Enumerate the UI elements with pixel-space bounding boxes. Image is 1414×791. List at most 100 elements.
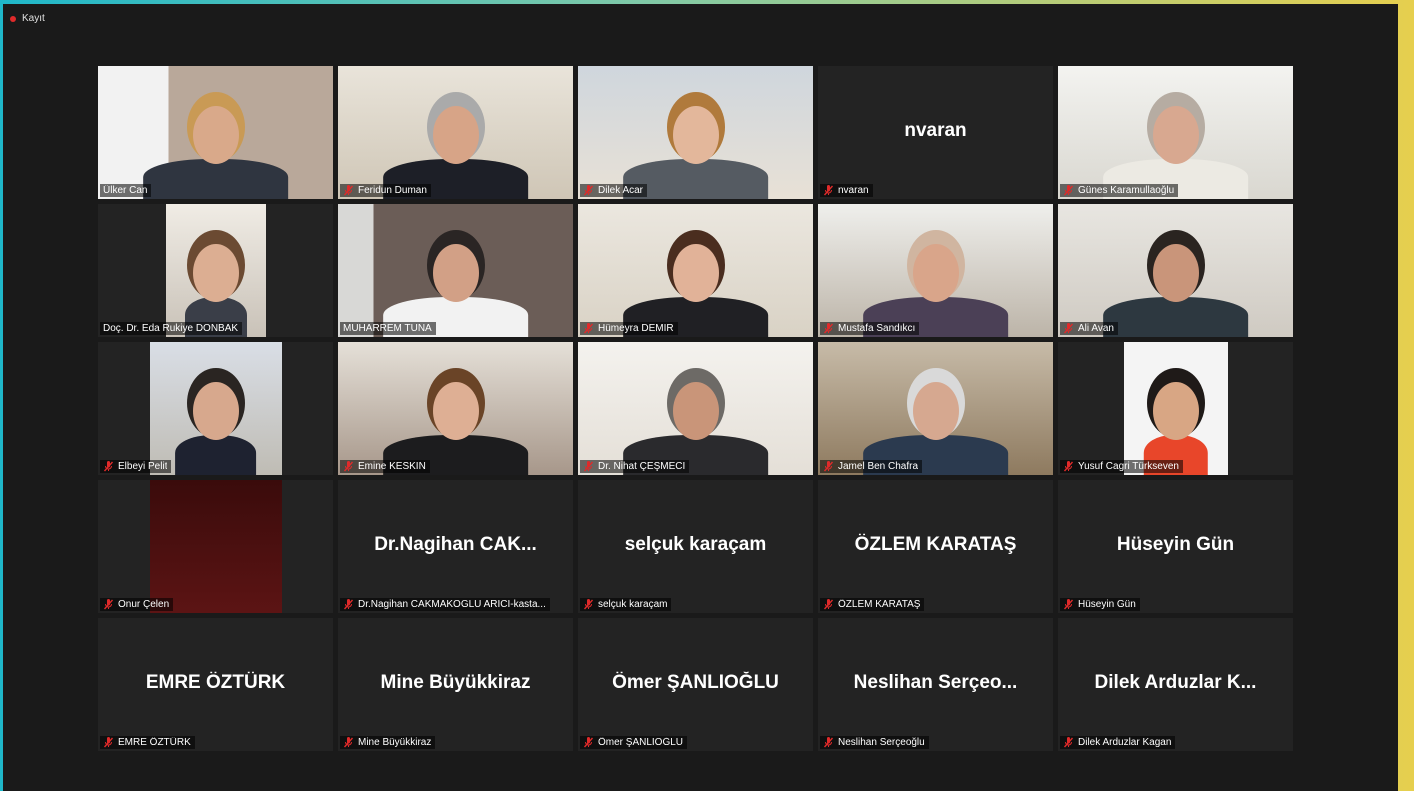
participant-name-label: Günes Karamullaoğlu [1060, 184, 1179, 197]
participant-tile[interactable]: Mustafa Sandıkcı [818, 204, 1053, 337]
participant-tile[interactable]: Ali Avan [1058, 204, 1293, 337]
participant-name: Ali Avan [1078, 323, 1114, 334]
participant-video [1058, 204, 1293, 337]
mic-muted-icon [103, 461, 114, 472]
mic-muted-icon [823, 185, 834, 196]
record-dot-icon [10, 15, 16, 22]
participant-name-label: Hüseyin Gün [1060, 598, 1140, 611]
participant-video [818, 204, 1053, 337]
participant-name: ÖZLEM KARATAŞ [838, 599, 921, 610]
participant-display-name: Neslihan Serçeo... [853, 671, 1018, 693]
participant-tile[interactable]: Dilek Arduzlar K... Dilek Arduzlar Kagan [1058, 618, 1293, 751]
participant-name: Günes Karamullaoğlu [1078, 185, 1175, 196]
participant-gallery: Ülker Can Feridun Duman Dilek Acar nvaran nv… [98, 66, 1293, 751]
participant-video [98, 66, 333, 199]
participant-tile[interactable]: Hümeyra DEMİR [578, 204, 813, 337]
participant-tile[interactable]: Emine KESKİN [338, 342, 573, 475]
participant-tile[interactable]: selçuk karaçam selçuk karaçam [578, 480, 813, 613]
participant-name-label: ÖZLEM KARATAŞ [820, 598, 925, 611]
participant-tile[interactable]: MUHARREM TUNA [338, 204, 573, 337]
mic-muted-icon [583, 185, 594, 196]
participant-name-label: Onur Çelen [100, 598, 174, 611]
participant-name-label: Jamel Ben Chafra [820, 460, 923, 473]
participant-tile[interactable]: Yusuf Cagri Türkseven [1058, 342, 1293, 475]
participant-display-name: Dr.Nagihan CAK... [374, 533, 537, 555]
participant-name-label: Doç. Dr. Eda Rukiye DONBAK [100, 322, 243, 335]
participant-tile[interactable]: ÖZLEM KARATAŞ ÖZLEM KARATAŞ [818, 480, 1053, 613]
meeting-window: Kayıt Ülker Can Feridun Duman Dilek Acar nv… [3, 4, 1398, 791]
mic-muted-icon [823, 737, 834, 748]
mic-muted-icon [583, 461, 594, 472]
participant-tile[interactable]: nvaran nvaran [818, 66, 1053, 199]
participant-tile[interactable]: Hüseyin Gün Hüseyin Gün [1058, 480, 1293, 613]
participant-tile[interactable]: Dr.Nagihan CAK... Dr.Nagihan CAKMAKOGLU A… [338, 480, 573, 613]
participant-name-label: Hümeyra DEMİR [580, 322, 678, 335]
participant-tile[interactable]: Jamel Ben Chafra [818, 342, 1053, 475]
mic-muted-icon [1063, 461, 1074, 472]
mic-muted-icon [343, 461, 354, 472]
participant-video [578, 66, 813, 199]
participant-name: Hüseyin Gün [1078, 599, 1136, 610]
participant-tile[interactable]: Dilek Acar [578, 66, 813, 199]
participant-name: MUHARREM TUNA [343, 323, 432, 334]
participant-display-name: Dilek Arduzlar K... [1094, 671, 1257, 693]
participant-name: Emine KESKİN [358, 461, 426, 472]
mic-muted-icon [343, 599, 354, 610]
participant-name-label: Feridun Duman [340, 184, 431, 197]
participant-name: Yusuf Cagri Türkseven [1078, 461, 1179, 472]
participant-tile[interactable]: Günes Karamullaoğlu [1058, 66, 1293, 199]
participant-name-label: MUHARREM TUNA [340, 322, 436, 335]
participant-display-name: Hüseyin Gün [1116, 533, 1235, 555]
participant-video [338, 204, 573, 337]
participant-name: Mine Büyükkiraz [358, 737, 432, 748]
mic-muted-icon [103, 737, 114, 748]
participant-video [578, 342, 813, 475]
participant-tile[interactable]: EMRE ÖZTÜRK EMRE ÖZTÜRK [98, 618, 333, 751]
mic-muted-icon [823, 323, 834, 334]
participant-name-label: Mustafa Sandıkcı [820, 322, 920, 335]
participant-name-label: Dr.Nagihan CAKMAKOGLU ARICI-kasta... [340, 598, 550, 611]
participant-tile[interactable]: Elbeyi Pelit [98, 342, 333, 475]
participant-tile[interactable]: Ömer ŞANLIOĞLU Ömer ŞANLIOĞLU [578, 618, 813, 751]
mic-muted-icon [583, 323, 594, 334]
participant-video [149, 342, 282, 475]
recording-indicator[interactable]: Kayıt [10, 13, 45, 24]
participant-name-label: Dr. Nihat ÇEŞMECİ [580, 460, 690, 473]
participant-name: Ülker Can [103, 185, 148, 196]
participant-video [338, 342, 573, 475]
participant-tile[interactable]: Onur Çelen [98, 480, 333, 613]
participant-display-name: Ömer ŞANLIOĞLU [612, 671, 779, 693]
participant-name-label: EMRE ÖZTÜRK [100, 736, 195, 749]
participant-tile[interactable]: Dr. Nihat ÇEŞMECİ [578, 342, 813, 475]
participant-display-name: nvaran [904, 119, 967, 141]
participant-name: Dr. Nihat ÇEŞMECİ [598, 461, 686, 472]
participant-tile[interactable]: Mine Büyükkiraz Mine Büyükkiraz [338, 618, 573, 751]
participant-name-label: Emine KESKİN [340, 460, 430, 473]
participant-name: Mustafa Sandıkcı [838, 323, 916, 334]
participant-tile[interactable]: Neslihan Serçeo... Neslihan Serçeoğlu [818, 618, 1053, 751]
participant-tile[interactable]: Ülker Can [98, 66, 333, 199]
participant-name-label: Ülker Can [100, 184, 152, 197]
participant-name: Dilek Arduzlar Kagan [1078, 737, 1172, 748]
mic-muted-icon [583, 737, 594, 748]
participant-name: Feridun Duman [358, 185, 427, 196]
recording-label: Kayıt [22, 13, 45, 24]
participant-name-label: Elbeyi Pelit [100, 460, 172, 473]
mic-muted-icon [343, 737, 354, 748]
participant-name: Onur Çelen [118, 599, 170, 610]
participant-video [818, 342, 1053, 475]
participant-display-name: Mine Büyükkiraz [380, 671, 531, 693]
participant-name-label: Neslihan Serçeoğlu [820, 736, 929, 749]
participant-name-label: selçuk karaçam [580, 598, 672, 611]
participant-name: nvaran [838, 185, 869, 196]
participant-name-label: Ali Avan [1060, 322, 1118, 335]
participant-tile[interactable]: Doç. Dr. Eda Rukiye DONBAK [98, 204, 333, 337]
participant-video [165, 204, 266, 337]
mic-muted-icon [583, 599, 594, 610]
participant-video [1123, 342, 1228, 475]
mic-muted-icon [1063, 185, 1074, 196]
participant-name-label: Dilek Arduzlar Kagan [1060, 736, 1176, 749]
participant-name: selçuk karaçam [598, 599, 668, 610]
participant-tile[interactable]: Feridun Duman [338, 66, 573, 199]
participant-video [1058, 66, 1293, 199]
